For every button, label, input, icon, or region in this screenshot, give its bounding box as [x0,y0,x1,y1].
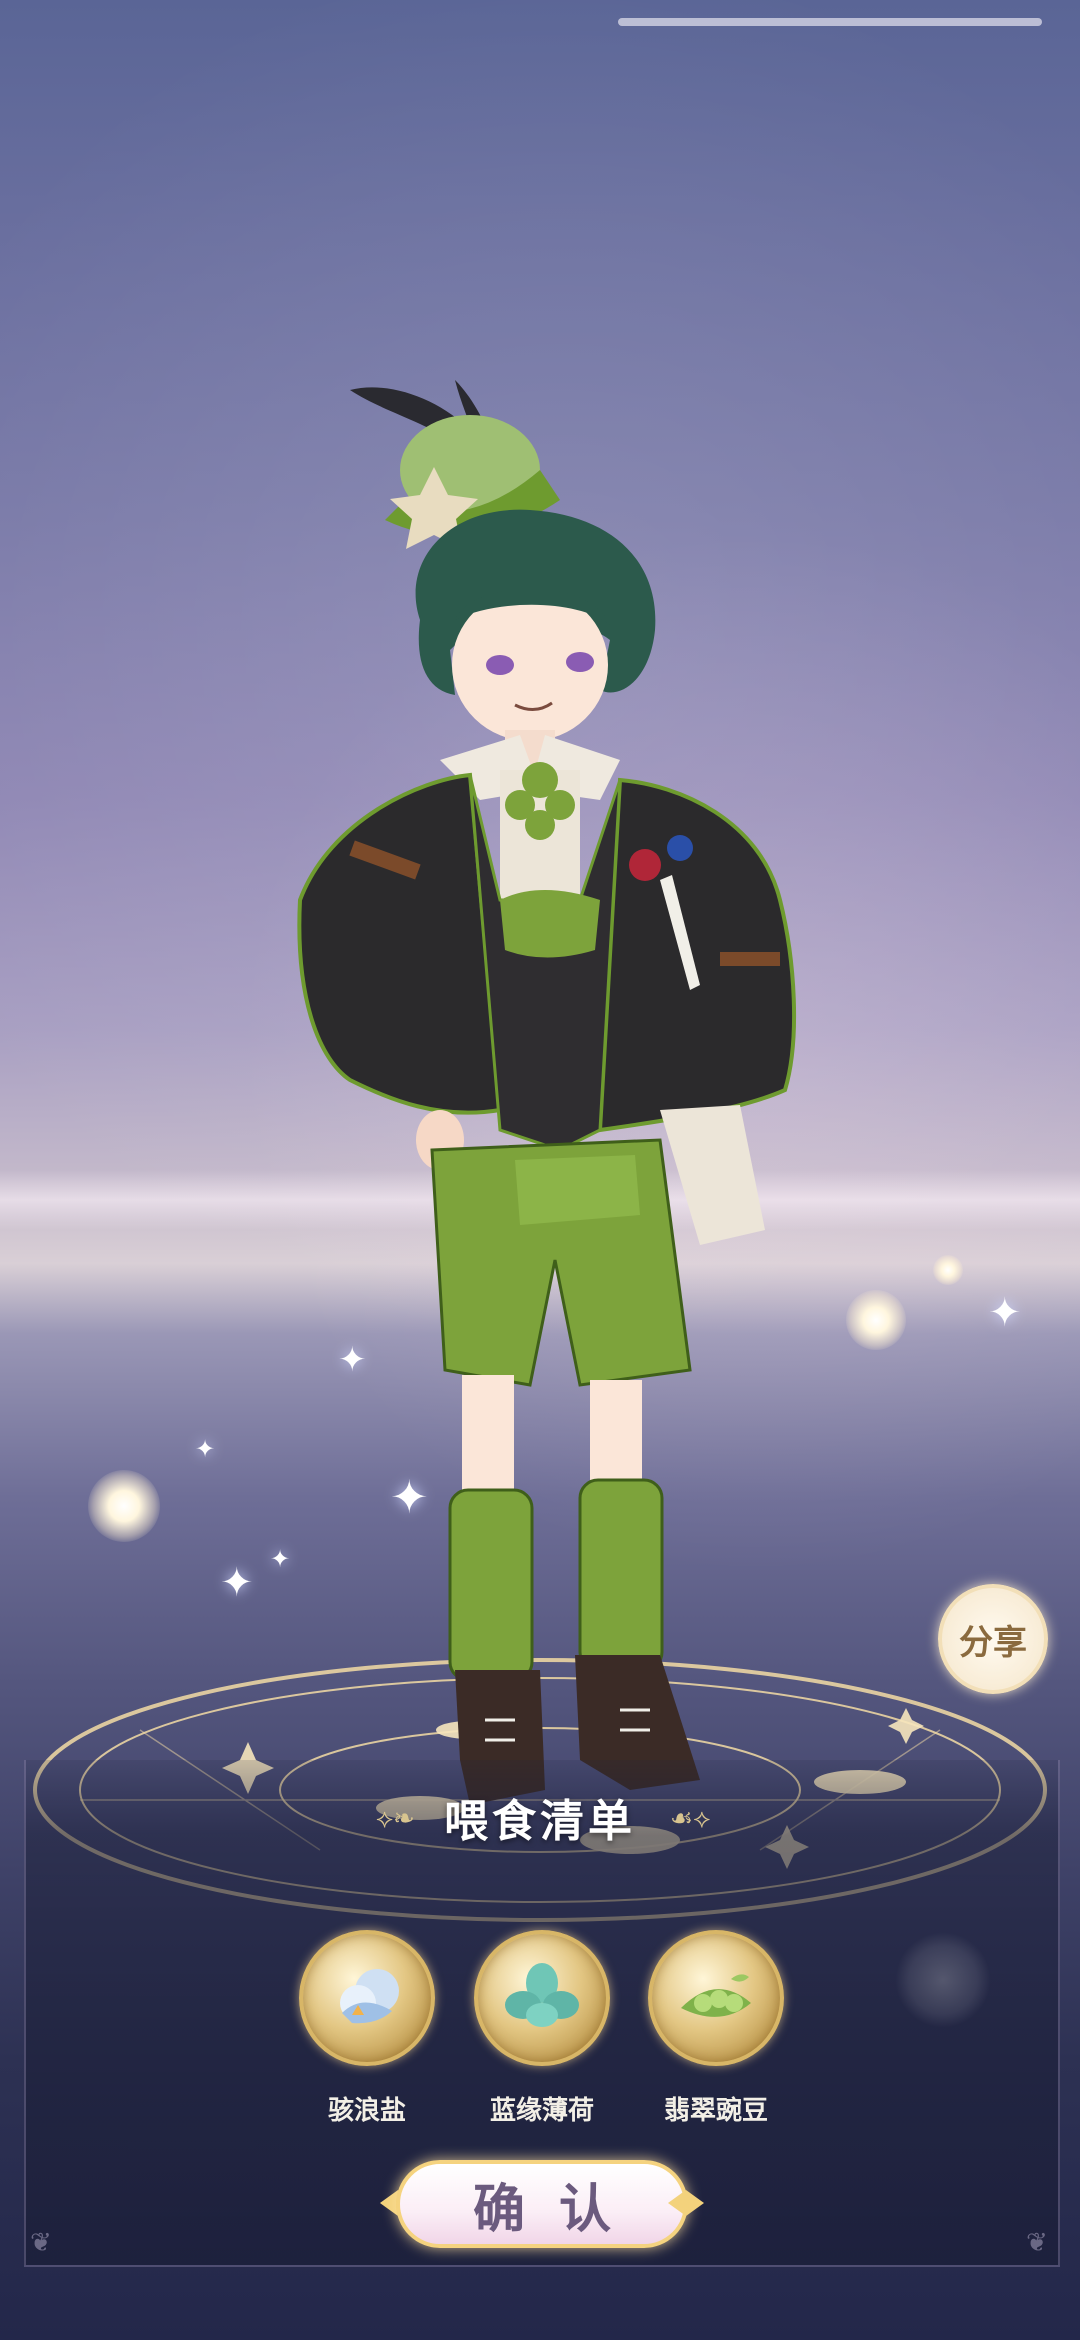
food-slot[interactable] [648,1930,784,2066]
feed-list-title: 喂食清单 [444,1796,636,1847]
corner-ornament: ❦ [30,2228,52,2258]
food-item-salt[interactable]: 骇浪盐 [297,1930,437,2127]
corner-ornament: ❦ [1026,2228,1048,2258]
food-slot[interactable] [474,1930,610,2066]
share-button[interactable]: 分享 [938,1584,1048,1694]
food-name: 翡翠豌豆 [663,2096,768,2126]
food-name: 骇浪盐 [327,2096,406,2126]
pea-icon [681,1974,751,2017]
mint-icon [505,1963,579,2027]
confirm-right-ornament [668,2190,704,2216]
salt-icon [340,1969,399,2024]
character-model[interactable] [0,0,1080,1850]
share-label: 分享 [959,1622,1027,1663]
food-item-mint[interactable]: 蓝缘薄荷 [472,1930,612,2127]
food-item-pea[interactable]: 翡翠豌豆 [646,1930,786,2127]
food-name: 蓝缘薄荷 [489,2096,594,2126]
confirm-button[interactable]: 确认 [396,2160,688,2248]
title-leaf-ornament-right: ☙⟡ [670,1804,711,1834]
food-slot[interactable] [299,1930,435,2066]
